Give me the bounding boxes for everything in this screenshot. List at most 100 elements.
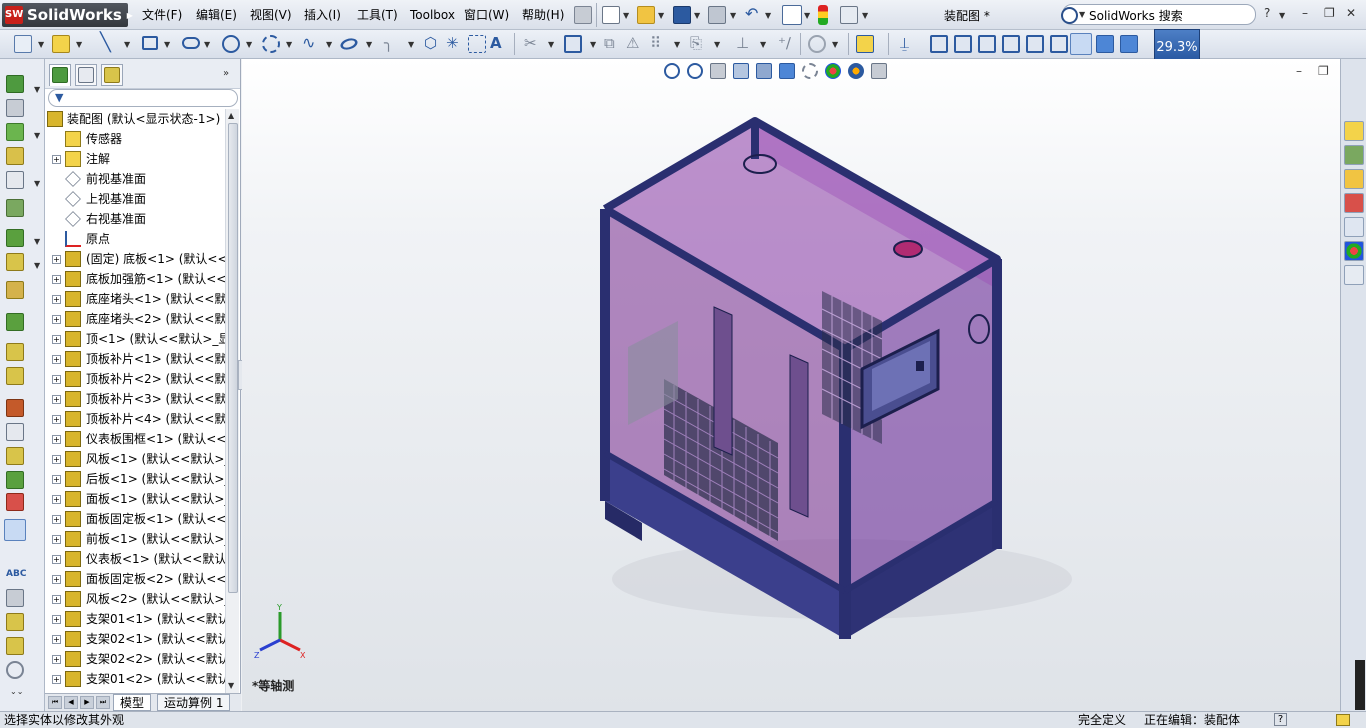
print-icon[interactable] [708, 6, 726, 24]
tree-item[interactable]: + 底座堵头<2> (默认<<默 [45, 309, 225, 329]
tree-item[interactable]: + 顶板补片<2> (默认<<默 [45, 369, 225, 389]
scroll-down-icon[interactable]: ▼ [228, 681, 234, 690]
instant3d-left-icon[interactable] [6, 493, 24, 511]
appearances-icon[interactable] [1344, 241, 1364, 261]
tree-scrollbar[interactable]: ▲ ▼ [225, 109, 239, 693]
back-view-icon[interactable] [954, 35, 972, 53]
tree-item[interactable]: + 面板<1> (默认<<默认>_ [45, 489, 225, 509]
tree-item[interactable]: + 仪表板围框<1> (默认<< [45, 429, 225, 449]
arc-icon[interactable] [262, 35, 280, 53]
expand-toggle-icon[interactable]: + [52, 615, 61, 624]
section-properties-icon[interactable] [6, 637, 24, 655]
instant3d-dropdown-icon[interactable]: ▼ [832, 40, 838, 49]
bottom-view-icon[interactable] [1050, 35, 1068, 53]
expand-toggle-icon[interactable]: + [52, 255, 61, 264]
file-explorer-icon[interactable] [1344, 169, 1364, 189]
exploded-view-icon[interactable] [6, 343, 24, 361]
status-tag-icon[interactable] [1336, 714, 1350, 726]
expand-toggle-icon[interactable]: + [52, 395, 61, 404]
expand-toggle-icon[interactable]: + [52, 655, 61, 664]
hide-show-items-icon[interactable] [802, 63, 818, 79]
tree-item[interactable]: + 支架02<2> (默认<<默认 [45, 649, 225, 669]
instant3d-icon[interactable] [808, 35, 826, 53]
spell-check-icon[interactable]: ABC [6, 565, 26, 583]
tree-item[interactable]: 右视基准面 [45, 209, 225, 229]
sketch-dropdown-icon[interactable]: ▼ [38, 40, 44, 49]
tree-item[interactable]: + 底板加强筋<1> (默认<< [45, 269, 225, 289]
options-dropdown-icon[interactable]: ▼ [862, 11, 868, 20]
expand-toggle-icon[interactable]: + [52, 475, 61, 484]
left-view-icon[interactable] [978, 35, 996, 53]
tree-item[interactable]: + 面板固定板<2> (默认<< [45, 569, 225, 589]
tree-item[interactable]: + 仪表板<1> (默认<<默认 [45, 549, 225, 569]
rebuild-traffic-light-icon[interactable] [818, 5, 828, 25]
design-library-icon[interactable] [1344, 145, 1364, 165]
tree-item[interactable]: + 顶板补片<3> (默认<<默 [45, 389, 225, 409]
left-dropdown-2-icon[interactable]: ▼ [34, 131, 40, 140]
search-box[interactable]: ▼ SolidWorks 搜索 [1061, 4, 1256, 25]
tree-item[interactable]: 原点 [45, 229, 225, 249]
trim-dropdown-icon[interactable]: ▼ [548, 40, 554, 49]
tree-item[interactable]: + 后板<1> (默认<<默认>_ [45, 469, 225, 489]
undo-dropdown-icon[interactable]: ▼ [765, 11, 771, 20]
tree-item[interactable]: + 前板<1> (默认<<默认>_ [45, 529, 225, 549]
tree-root-assembly[interactable]: 装配图 (默认<显示状态-1>) [45, 109, 225, 129]
bill-of-materials-icon[interactable] [6, 313, 24, 331]
pin-icon[interactable] [574, 6, 592, 24]
search-results-icon[interactable] [1344, 193, 1364, 213]
menu-window[interactable]: 窗口(W) [460, 0, 513, 30]
close-app-icon[interactable]: ✕ [1346, 6, 1356, 20]
menu-tools[interactable]: 工具(T) [353, 0, 402, 30]
expand-toggle-icon[interactable]: + [52, 595, 61, 604]
fillet-icon[interactable]: ╮ [384, 35, 402, 53]
open-dropdown-icon[interactable]: ▼ [658, 11, 664, 20]
tab-nav-arrows[interactable]: ⏮ ◀ ▶ ⏭ [48, 696, 110, 709]
polygon-icon[interactable]: ⬡ [424, 35, 442, 53]
tab-configuration-manager[interactable] [101, 64, 123, 86]
convert-entities-icon[interactable] [564, 35, 582, 53]
minimize-view-icon[interactable]: – [1296, 64, 1302, 78]
line-icon[interactable]: ╲ [100, 34, 118, 53]
offset-icon[interactable]: ⧉ [604, 35, 622, 53]
tab-property-manager[interactable] [75, 64, 97, 86]
point-icon[interactable]: ✳ [446, 35, 464, 53]
interference-detection-icon[interactable] [6, 399, 24, 417]
mass-properties-icon[interactable] [6, 613, 24, 631]
clearance-verification-icon[interactable] [6, 423, 24, 441]
assembly-features-icon[interactable] [6, 229, 24, 247]
rectangle-icon[interactable] [142, 36, 158, 50]
search-dropdown-icon[interactable]: ▼ [1079, 10, 1085, 19]
explode-line-icon[interactable] [6, 367, 24, 385]
ellipse-icon[interactable] [337, 36, 361, 52]
collapse-panel-icon[interactable]: » [223, 68, 229, 79]
mirror-icon[interactable]: ⚠ [626, 35, 644, 53]
view-settings-icon[interactable] [871, 63, 887, 79]
tree-item[interactable]: + 风板<2> (默认<<默认>_ [45, 589, 225, 609]
move-dropdown-icon[interactable]: ▼ [714, 40, 720, 49]
last-tab-icon[interactable]: ⏭ [96, 696, 110, 709]
move-entities-icon[interactable]: ⎘ [690, 35, 708, 53]
menu-edit[interactable]: 编辑(E) [192, 0, 241, 30]
new-dropdown-icon[interactable]: ▼ [623, 11, 629, 20]
tree-item[interactable]: 上视基准面 [45, 189, 225, 209]
solidworks-logo[interactable]: SW SolidWorks ▶ [2, 3, 133, 27]
convert-dropdown-icon[interactable]: ▼ [590, 40, 596, 49]
relations-dropdown-icon[interactable]: ▼ [760, 40, 766, 49]
top-view-icon[interactable] [1026, 35, 1044, 53]
circle-dropdown-icon[interactable]: ▼ [246, 40, 252, 49]
expand-toggle-icon[interactable]: + [52, 415, 61, 424]
print-dropdown-icon[interactable]: ▼ [730, 11, 736, 20]
scroll-up-icon[interactable]: ▲ [228, 111, 234, 120]
text-sketch-icon[interactable]: A [490, 35, 508, 53]
menu-toolbox[interactable]: Toolbox [406, 0, 459, 30]
hole-alignment-icon[interactable] [6, 447, 24, 465]
graphics-viewport[interactable] [242, 59, 1340, 711]
next-tab-icon[interactable]: ▶ [80, 696, 94, 709]
expand-toggle-icon[interactable]: + [52, 495, 61, 504]
tree-item[interactable]: + 顶板补片<4> (默认<<默 [45, 409, 225, 429]
tree-item[interactable]: + 风板<1> (默认<<默认>_ [45, 449, 225, 469]
save-icon[interactable] [673, 6, 691, 24]
sketch-icon[interactable] [14, 35, 32, 53]
component-pattern-icon[interactable] [6, 123, 24, 141]
linear-pattern-icon[interactable]: ⠿ [650, 35, 668, 53]
